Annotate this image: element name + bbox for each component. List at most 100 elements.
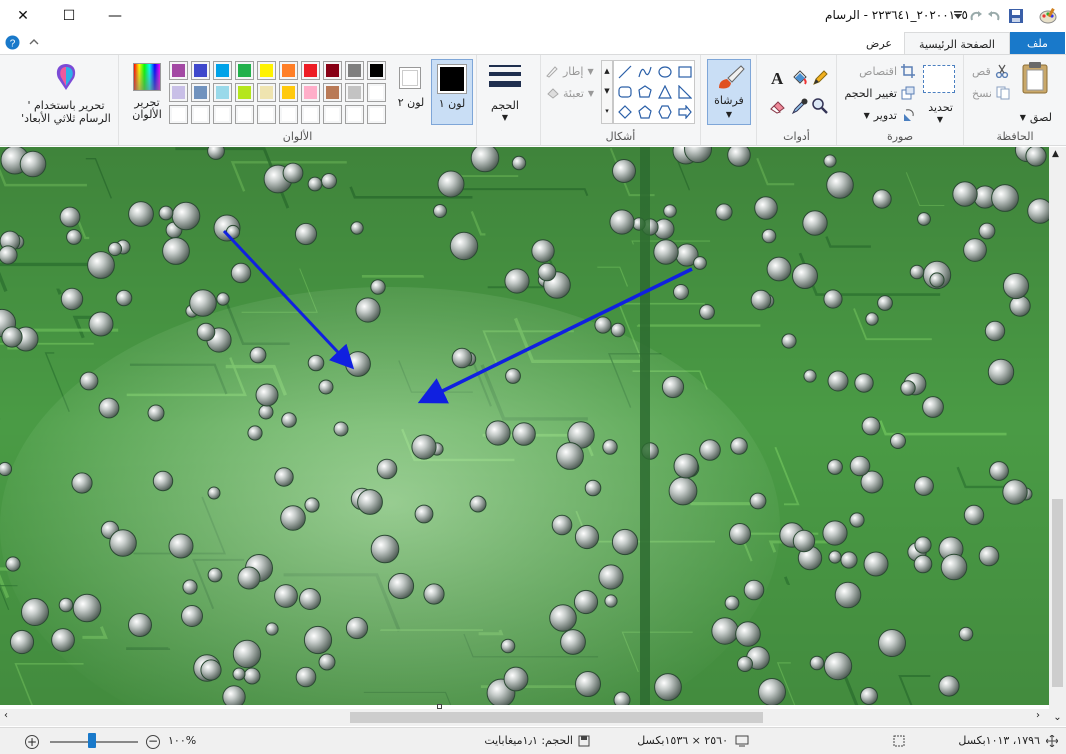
palette-swatch[interactable] [279, 61, 298, 80]
copy-button[interactable]: نسخ [972, 83, 1010, 103]
select-button[interactable]: تحديد [928, 97, 953, 117]
palette-swatch-color [370, 86, 383, 99]
palette-swatch[interactable] [235, 61, 254, 80]
pencil-icon[interactable] [811, 69, 829, 87]
scroll-up-icon[interactable]: ▲ [1052, 149, 1059, 159]
palette-swatch[interactable] [235, 83, 254, 102]
palette-swatch[interactable] [367, 105, 386, 124]
pentagon-shape-icon[interactable] [636, 103, 654, 121]
cut-button[interactable]: قص [972, 61, 1009, 81]
outline-button[interactable]: ▼ إطار [545, 61, 594, 81]
rotate-button[interactable]: تدوير ▼ [864, 105, 915, 125]
collapse-ribbon-icon[interactable] [28, 36, 40, 48]
palette-swatch[interactable] [367, 83, 386, 102]
shapes-scroll[interactable]: ▲ ▼ ▾ [601, 60, 613, 124]
palette-swatch[interactable] [191, 105, 210, 124]
palette-swatch[interactable] [323, 105, 342, 124]
triangle-shape-icon[interactable] [656, 83, 674, 101]
select-chevron-icon[interactable]: ▼ [937, 115, 943, 124]
image-group: تحديد ▼ اقتصاص تغيير الحجم تدوير ▼ صورة [836, 55, 963, 145]
save-icon[interactable] [1006, 6, 1026, 26]
fill-bucket-icon[interactable] [791, 69, 809, 87]
scroll-left-icon[interactable]: ‹ [4, 710, 8, 721]
palette-swatch[interactable] [323, 61, 342, 80]
size-button[interactable]: الحجم ▼ [487, 61, 531, 125]
paint3d-button[interactable] [50, 63, 82, 95]
right-triangle-shape-icon[interactable] [676, 83, 694, 101]
crop-button[interactable]: اقتصاص [859, 61, 915, 81]
magnifier-icon[interactable] [811, 97, 829, 115]
hexagon-shape-icon[interactable] [656, 103, 674, 121]
oval-shape-icon[interactable] [656, 63, 674, 81]
tab-home[interactable]: الصفحة الرئيسية [904, 32, 1010, 55]
palette-swatch[interactable] [213, 83, 232, 102]
color1-button[interactable]: لون ١ [431, 59, 473, 125]
solder-pad [922, 396, 944, 418]
shapes-gallery[interactable] [613, 60, 695, 124]
right-arrow-shape-icon[interactable] [676, 103, 694, 121]
palette-swatch[interactable] [191, 61, 210, 80]
canvas[interactable] [0, 147, 1049, 705]
paste-icon[interactable] [1018, 61, 1052, 95]
scroll-right-icon[interactable]: › [1036, 710, 1040, 721]
palette-swatch[interactable] [169, 61, 188, 80]
close-button[interactable]: ✕ [0, 0, 46, 32]
palette-swatch[interactable] [367, 61, 386, 80]
palette-swatch[interactable] [345, 83, 364, 102]
vertical-scroll-thumb[interactable] [1052, 499, 1063, 687]
palette-swatch[interactable] [213, 61, 232, 80]
minimize-button[interactable]: — [92, 0, 138, 32]
palette-swatch[interactable] [257, 61, 276, 80]
color-picker-icon[interactable] [791, 97, 809, 115]
color1-label: لون ١ [438, 97, 466, 110]
tab-view[interactable]: عرض [854, 32, 904, 55]
color2-button[interactable]: لون ٢ [395, 59, 427, 125]
palette-swatch[interactable] [301, 83, 320, 102]
solder-pad [766, 256, 792, 282]
palette-swatch[interactable] [235, 105, 254, 124]
polygon-shape-icon[interactable] [636, 83, 654, 101]
palette-swatch[interactable] [345, 105, 364, 124]
solder-pad [158, 205, 174, 221]
select-icon[interactable] [923, 65, 955, 93]
palette-swatch[interactable] [191, 83, 210, 102]
palette-swatch[interactable] [345, 61, 364, 80]
solder-pad [168, 533, 194, 559]
scroll-down-icon[interactable]: ⌄ [1049, 709, 1066, 726]
palette-swatch[interactable] [279, 105, 298, 124]
customize-qat-icon[interactable] [948, 6, 968, 26]
horizontal-scrollbar[interactable]: ‹ › [0, 709, 1049, 726]
zoom-in-button[interactable]: + [25, 735, 39, 749]
brushes-button[interactable]: فرشاة ▼ [707, 59, 751, 125]
palette-swatch[interactable] [301, 61, 320, 80]
eraser-icon[interactable] [769, 97, 787, 115]
palette-swatch[interactable] [257, 105, 276, 124]
tab-file[interactable]: ملف [1010, 32, 1065, 55]
canvas-resize-handle[interactable] [437, 704, 442, 709]
palette-swatch[interactable] [213, 105, 232, 124]
resize-button[interactable]: تغيير الحجم [844, 83, 915, 103]
text-tool-icon[interactable]: A [769, 69, 787, 87]
edit-colors-button[interactable]: تحرير الألوان [129, 61, 165, 125]
rectangle-shape-icon[interactable] [676, 63, 694, 81]
solder-pad [549, 604, 577, 632]
maximize-button[interactable]: ☐ [46, 0, 92, 32]
zoom-slider-thumb[interactable] [88, 733, 96, 748]
diamond-shape-icon[interactable] [616, 103, 634, 121]
undo-icon[interactable] [984, 6, 1004, 26]
redo-icon[interactable] [966, 6, 986, 26]
palette-swatch[interactable] [257, 83, 276, 102]
palette-swatch[interactable] [301, 105, 320, 124]
vertical-scrollbar[interactable]: ▲ [1049, 147, 1066, 709]
rounded-rect-shape-icon[interactable] [616, 83, 634, 101]
line-shape-icon[interactable] [616, 63, 634, 81]
help-icon[interactable]: ? [5, 35, 20, 50]
palette-swatch[interactable] [323, 83, 342, 102]
palette-swatch[interactable] [279, 83, 298, 102]
paste-button[interactable]: لصق ▼ [1020, 107, 1052, 127]
zoom-out-button[interactable]: − [146, 735, 160, 749]
fill-button[interactable]: ▼ تعبئة [545, 83, 594, 103]
solder-pad [551, 514, 573, 536]
horizontal-scroll-thumb[interactable] [350, 712, 763, 723]
curve-shape-icon[interactable] [636, 63, 654, 81]
